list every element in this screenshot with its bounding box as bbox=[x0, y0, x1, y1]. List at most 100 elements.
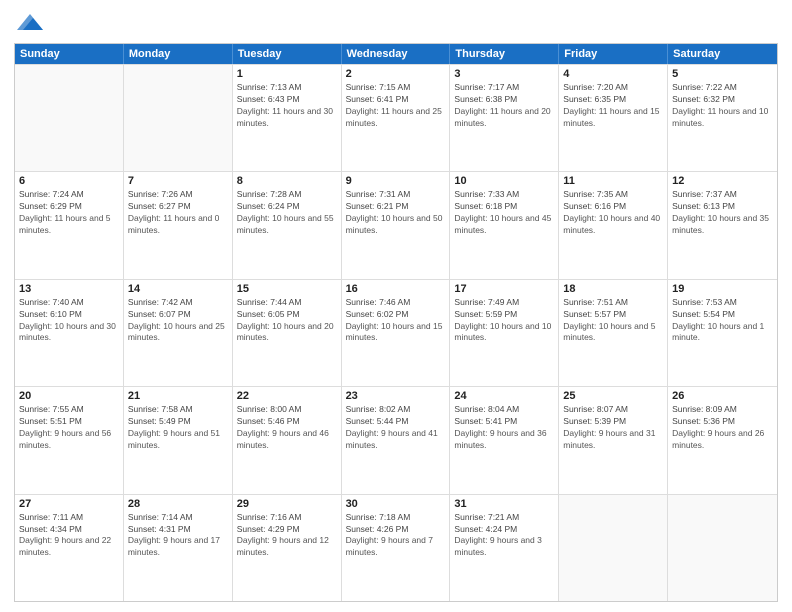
sunrise-text: Sunrise: 7:40 AM bbox=[19, 297, 84, 307]
sunset-text: Sunset: 5:59 PM bbox=[454, 309, 517, 319]
day-info: Sunrise: 7:18 AMSunset: 4:26 PMDaylight:… bbox=[346, 512, 446, 560]
daylight-text: Daylight: 10 hours and 1 minute. bbox=[672, 321, 764, 343]
sunset-text: Sunset: 5:39 PM bbox=[563, 416, 626, 426]
day-number: 19 bbox=[672, 283, 773, 295]
sunrise-text: Sunrise: 7:51 AM bbox=[563, 297, 628, 307]
sunrise-text: Sunrise: 7:35 AM bbox=[563, 189, 628, 199]
daylight-text: Daylight: 11 hours and 30 minutes. bbox=[237, 106, 333, 128]
day-info: Sunrise: 7:13 AM Sunset: 6:43 PM Daylight:… bbox=[237, 82, 337, 130]
day-cell-27: 27Sunrise: 7:11 AMSunset: 4:34 PMDayligh… bbox=[15, 495, 124, 601]
sunrise-text: Sunrise: 7:24 AM bbox=[19, 189, 84, 199]
day-info: Sunrise: 7:33 AMSunset: 6:18 PMDaylight:… bbox=[454, 189, 554, 237]
sunrise-text: Sunrise: 7:22 AM bbox=[672, 82, 737, 92]
sunrise-text: Sunrise: 7:44 AM bbox=[237, 297, 302, 307]
day-cell-empty bbox=[668, 495, 777, 601]
sunset-text: Sunset: 6:05 PM bbox=[237, 309, 300, 319]
day-info: Sunrise: 7:26 AMSunset: 6:27 PMDaylight:… bbox=[128, 189, 228, 237]
day-cell-23: 23Sunrise: 8:02 AMSunset: 5:44 PMDayligh… bbox=[342, 387, 451, 493]
week-row-4: 20Sunrise: 7:55 AMSunset: 5:51 PMDayligh… bbox=[15, 386, 777, 493]
sunrise-text: Sunrise: 7:16 AM bbox=[237, 512, 302, 522]
sunset-text: Sunset: 6:43 PM bbox=[237, 94, 300, 104]
day-number: 11 bbox=[563, 175, 663, 187]
day-number: 8 bbox=[237, 175, 337, 187]
daylight-text: Daylight: 9 hours and 36 minutes. bbox=[454, 428, 546, 450]
daylight-text: Daylight: 10 hours and 50 minutes. bbox=[346, 213, 443, 235]
sunset-text: Sunset: 4:24 PM bbox=[454, 524, 517, 534]
sunrise-text: Sunrise: 7:13 AM bbox=[237, 82, 302, 92]
day-number: 6 bbox=[19, 175, 119, 187]
day-number: 24 bbox=[454, 390, 554, 402]
day-number: 16 bbox=[346, 283, 446, 295]
weekday-header-tuesday: Tuesday bbox=[233, 44, 342, 64]
day-info: Sunrise: 7:20 AMSunset: 6:35 PMDaylight:… bbox=[563, 82, 663, 130]
day-cell-26: 26Sunrise: 8:09 AMSunset: 5:36 PMDayligh… bbox=[668, 387, 777, 493]
day-number: 5 bbox=[672, 68, 773, 80]
page: SundayMondayTuesdayWednesdayThursdayFrid… bbox=[0, 0, 792, 612]
daylight-text: Daylight: 11 hours and 25 minutes. bbox=[346, 106, 442, 128]
day-cell-16: 16Sunrise: 7:46 AMSunset: 6:02 PMDayligh… bbox=[342, 280, 451, 386]
week-row-1: 1Sunrise: 7:13 AMSunset: 6:43 PMDaylight… bbox=[15, 64, 777, 171]
day-number: 17 bbox=[454, 283, 554, 295]
daylight-text: Daylight: 9 hours and 41 minutes. bbox=[346, 428, 438, 450]
day-cell-31: 31Sunrise: 7:21 AMSunset: 4:24 PMDayligh… bbox=[450, 495, 559, 601]
day-number: 2 bbox=[346, 68, 446, 80]
sunrise-text: Sunrise: 7:21 AM bbox=[454, 512, 519, 522]
sunset-text: Sunset: 5:51 PM bbox=[19, 416, 82, 426]
sunset-text: Sunset: 6:32 PM bbox=[672, 94, 735, 104]
day-cell-empty bbox=[15, 65, 124, 171]
day-info: Sunrise: 7:40 AMSunset: 6:10 PMDaylight:… bbox=[19, 297, 119, 345]
week-row-3: 13Sunrise: 7:40 AMSunset: 6:10 PMDayligh… bbox=[15, 279, 777, 386]
logo bbox=[14, 10, 43, 37]
sunrise-text: Sunrise: 7:55 AM bbox=[19, 404, 84, 414]
day-number: 22 bbox=[237, 390, 337, 402]
day-info: Sunrise: 7:44 AM Sunset: 6:05 PM Daylight:… bbox=[237, 297, 337, 345]
sunset-text: Sunset: 5:41 PM bbox=[454, 416, 517, 426]
day-cell-1: 1Sunrise: 7:13 AMSunset: 6:43 PMDaylight… bbox=[233, 65, 342, 171]
daylight-text: Daylight: 9 hours and 3 minutes. bbox=[454, 535, 541, 557]
day-number: 10 bbox=[454, 175, 554, 187]
day-info: Sunrise: 8:00 AMSunset: 5:46 PMDaylight:… bbox=[237, 404, 337, 452]
sunrise-text: Sunrise: 7:46 AM bbox=[346, 297, 411, 307]
daylight-text: Daylight: 9 hours and 22 minutes. bbox=[19, 535, 111, 557]
daylight-text: Daylight: 10 hours and 30 minutes. bbox=[19, 321, 116, 343]
day-cell-22: 22 Sunrise: 8:00 AMSunset: 5:46 PMDayligh… bbox=[233, 387, 342, 493]
sunrise-text: Sunrise: 8:00 AM bbox=[237, 404, 302, 414]
sunrise-text: Sunrise: 7:37 AM bbox=[672, 189, 737, 199]
sunset-text: Sunset: 5:44 PM bbox=[346, 416, 409, 426]
weekday-header-friday: Friday bbox=[559, 44, 668, 64]
day-number: 3 bbox=[454, 68, 554, 80]
daylight-text: Daylight: 10 hours and 35 minutes. bbox=[672, 213, 769, 235]
daylight-text: Daylight: 9 hours and 26 minutes. bbox=[672, 428, 764, 450]
sunset-text: Sunset: 6:35 PM bbox=[563, 94, 626, 104]
day-number: 21 bbox=[128, 390, 228, 402]
day-cell-29: 29Sunrise: 7:16 AMSunset: 4:29 PMDayligh… bbox=[233, 495, 342, 601]
day-cell-17: 17 Sunrise: 7:49 AMSunset: 5:59 PMDayligh… bbox=[450, 280, 559, 386]
day-info: Sunrise: 7:22 AMSunset: 6:32 PMDaylight:… bbox=[672, 82, 773, 130]
day-info: Sunrise: 8:07 AMSunset: 5:39 PMDaylight:… bbox=[563, 404, 663, 452]
sunset-text: Sunset: 6:18 PM bbox=[454, 201, 517, 211]
sunrise-text: Sunrise: 7:11 AM bbox=[19, 512, 83, 522]
daylight-text: Daylight: 10 hours and 20 minutes. bbox=[237, 321, 334, 343]
day-number: 26 bbox=[672, 390, 773, 402]
day-info: Sunrise: 7:49 AMSunset: 5:59 PMDaylight:… bbox=[454, 297, 554, 345]
day-number: 29 bbox=[237, 498, 337, 510]
day-info: Sunrise: 8:04 AMSunset: 5:41 PMDaylight:… bbox=[454, 404, 554, 452]
sunset-text: Sunset: 4:34 PM bbox=[19, 524, 82, 534]
day-cell-8: 8Sunrise: 7:28 AMSunset: 6:24 PMDaylight… bbox=[233, 172, 342, 278]
day-cell-21: 21Sunrise: 7:58 AMSunset: 5:49 PMDayligh… bbox=[124, 387, 233, 493]
day-info: Sunrise: 7:37 AMSunset: 6:13 PMDaylight:… bbox=[672, 189, 773, 237]
day-cell-20: 20Sunrise: 7:55 AMSunset: 5:51 PMDayligh… bbox=[15, 387, 124, 493]
day-info: Sunrise: 7:11 AM Sunset: 4:34 PMDaylight:… bbox=[19, 512, 119, 560]
sunrise-text: Sunrise: 7:58 AM bbox=[128, 404, 193, 414]
daylight-text: Daylight: 10 hours and 25 minutes. bbox=[128, 321, 225, 343]
day-cell-2: 2Sunrise: 7:15 AMSunset: 6:41 PMDaylight… bbox=[342, 65, 451, 171]
daylight-text: Daylight: 10 hours and 15 minutes. bbox=[346, 321, 443, 343]
day-info: Sunrise: 7:21 AM Sunset: 4:24 PMDaylight:… bbox=[454, 512, 554, 560]
day-cell-empty bbox=[124, 65, 233, 171]
day-number: 23 bbox=[346, 390, 446, 402]
sunset-text: Sunset: 5:36 PM bbox=[672, 416, 735, 426]
calendar-header: SundayMondayTuesdayWednesdayThursdayFrid… bbox=[15, 44, 777, 64]
daylight-text: Daylight: 9 hours and 12 minutes. bbox=[237, 535, 329, 557]
day-cell-24: 24 Sunrise: 8:04 AMSunset: 5:41 PMDayligh… bbox=[450, 387, 559, 493]
sunset-text: Sunset: 6:24 PM bbox=[237, 201, 300, 211]
